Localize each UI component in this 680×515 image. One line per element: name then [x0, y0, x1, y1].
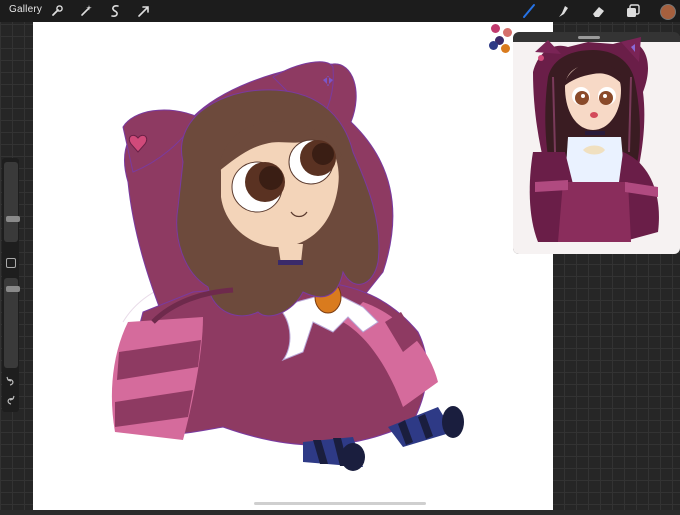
top-toolbar: Gallery: [0, 0, 680, 22]
opacity-knob[interactable]: [6, 286, 20, 292]
palette-swatch[interactable]: [501, 44, 510, 53]
wrench-icon[interactable]: [49, 3, 65, 19]
palette-swatch[interactable]: [503, 28, 512, 37]
modify-button[interactable]: [6, 258, 16, 268]
artwork: [111, 61, 464, 471]
reference-window[interactable]: [513, 32, 680, 254]
redo-icon[interactable]: [5, 395, 16, 406]
left-sidebar: [2, 158, 20, 412]
undo-icon[interactable]: [5, 376, 16, 387]
color-picker-button[interactable]: [660, 4, 676, 20]
palette-swatch[interactable]: [491, 24, 500, 33]
transform-arrow-icon[interactable]: [136, 3, 152, 19]
brush-size-knob[interactable]: [6, 216, 20, 222]
magic-wand-icon[interactable]: [78, 3, 94, 19]
choker: [278, 260, 303, 265]
brush-icon[interactable]: [521, 3, 537, 19]
palette-swatch[interactable]: [489, 41, 498, 50]
opacity-slider[interactable]: [4, 278, 20, 368]
layers-icon[interactable]: [625, 3, 641, 19]
reference-image: [513, 37, 680, 254]
smudge-icon[interactable]: [555, 3, 571, 19]
drawing-canvas[interactable]: [33, 22, 553, 510]
selection-icon[interactable]: [107, 3, 123, 19]
eraser-icon[interactable]: [590, 3, 606, 19]
brush-size-slider[interactable]: [4, 162, 20, 242]
home-indicator: [254, 502, 426, 505]
gallery-button[interactable]: Gallery: [9, 4, 42, 15]
reference-grabber[interactable]: [578, 36, 600, 39]
